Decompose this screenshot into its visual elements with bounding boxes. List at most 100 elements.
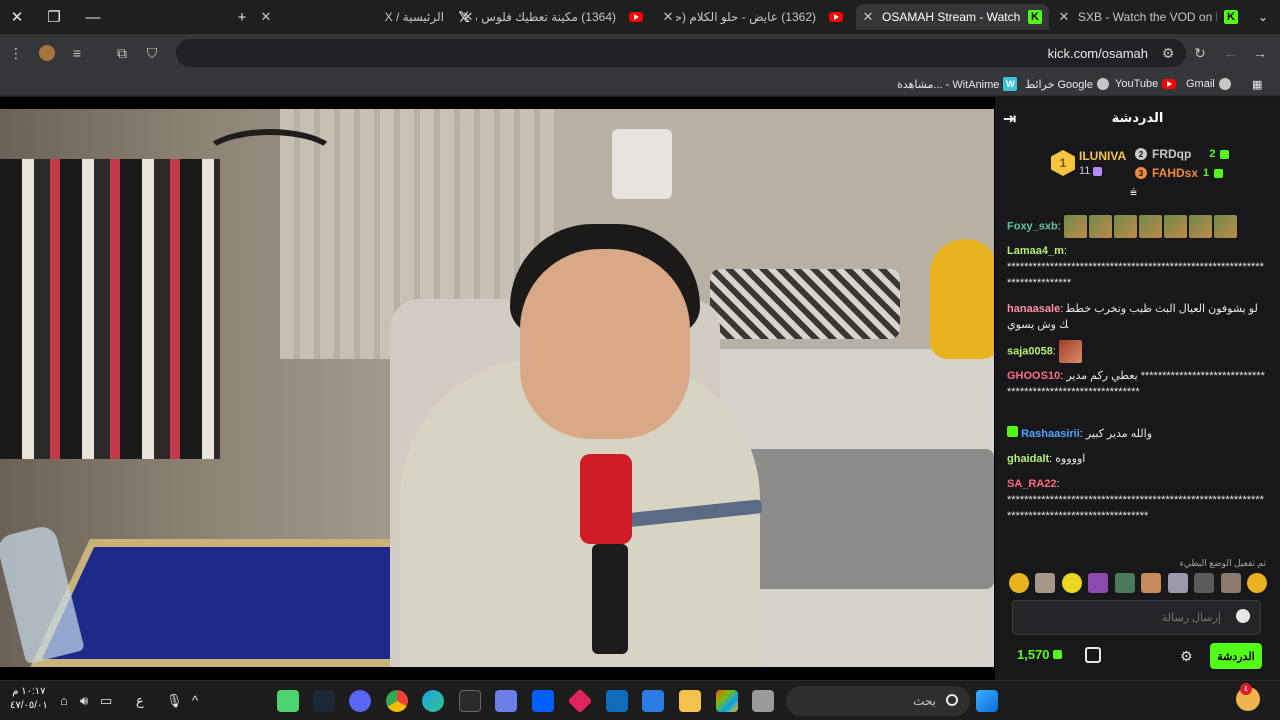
leaderboard-third-name[interactable]: FAHDsx <box>1152 166 1198 180</box>
emote-icon[interactable] <box>1141 573 1162 593</box>
restore-window-button[interactable]: ❐ <box>43 6 65 28</box>
copilot-icon[interactable] <box>716 690 738 712</box>
system-clock[interactable]: ١٠:١٧ م ٤٧/٠٥/٠١ <box>10 685 48 713</box>
store-icon[interactable] <box>642 690 664 712</box>
leaderboard-third-count: 1 <box>1203 167 1210 179</box>
emote-icon <box>1138 215 1162 238</box>
address-bar[interactable]: kick.com/osamah ⚙ <box>176 39 1186 67</box>
close-window-button[interactable]: ✕ <box>6 6 28 28</box>
back-icon[interactable]: → <box>1250 43 1270 63</box>
tab-title: SXB - Watch the VOD on Kick <box>1078 10 1217 24</box>
close-tab-icon[interactable]: ✕ <box>660 9 676 25</box>
chat-send-button[interactable]: الدردشة <box>1210 643 1262 669</box>
bookmark-youtube[interactable]: YouTube <box>1115 76 1177 92</box>
app-icon-2[interactable] <box>495 690 517 712</box>
close-tab-icon[interactable]: ✕ <box>1056 9 1072 25</box>
minimize-window-button[interactable]: — <box>82 6 104 28</box>
chrome-icon[interactable] <box>386 690 408 712</box>
collapse-chat-icon[interactable]: ⇥ <box>1003 109 1016 129</box>
app-icon-4[interactable] <box>752 690 774 712</box>
channel-points[interactable]: 1,570 <box>1017 647 1063 662</box>
chat-message-text: اووووه <box>1055 453 1086 465</box>
profile-avatar[interactable] <box>37 43 57 63</box>
emote-icon[interactable] <box>1035 573 1056 593</box>
tab-osamah-stream[interactable]: ✕ OSAMAH Stream - Watch Live on Kick K <box>856 4 1049 30</box>
tab-x-home[interactable]: 𝕏 الرئيسية / X ✕ <box>258 4 478 30</box>
edge-icon[interactable] <box>422 690 444 712</box>
bookmark-gmail[interactable]: Gmail <box>1186 76 1231 92</box>
shield-icon[interactable]: ⛉ <box>142 43 162 63</box>
bookmark-google-maps[interactable]: خرائط Google <box>1025 76 1109 92</box>
chat-username[interactable]: Rashaasirii <box>1021 428 1080 440</box>
steam-icon[interactable] <box>313 690 335 712</box>
close-tab-icon[interactable]: ✕ <box>460 9 476 25</box>
network-icon[interactable]: ⌂ <box>60 693 68 708</box>
discord-icon[interactable] <box>349 690 371 712</box>
forward-icon[interactable]: ← <box>1220 43 1240 63</box>
chat-input-box[interactable] <box>1012 600 1261 635</box>
input-language[interactable]: ع <box>136 693 144 709</box>
reload-icon[interactable]: ↻ <box>1190 43 1210 63</box>
video-player[interactable] <box>0 109 994 667</box>
app-icon-1[interactable] <box>277 690 299 712</box>
start-button[interactable] <box>976 690 998 712</box>
windows-taskbar: ١٠:١٧ م ٤٧/٠٥/٠١ ⌂ 🔊︎ ▭ ع 🎙︎ ^ بحث ٤ <box>0 680 1280 720</box>
emote-icon[interactable] <box>1088 573 1109 593</box>
quick-emote-bar <box>1009 573 1267 595</box>
chat-username[interactable]: Lamaa4_m <box>1007 245 1064 257</box>
chat-settings-icon[interactable]: ⚙ <box>1180 648 1193 665</box>
dropbox-icon[interactable] <box>532 690 554 712</box>
chat-message: Lamaa4_m: ******************************… <box>1007 245 1264 289</box>
tab-search-icon[interactable]: ⌄ <box>1252 6 1274 28</box>
tab-title: (1362) عايض - حلو الكلام (حصريا) <box>676 10 816 24</box>
chat-message: saja0058: <box>1007 340 1265 363</box>
emote-icon[interactable] <box>1114 573 1135 593</box>
leaderboard-second-name[interactable]: FRDqp <box>1152 147 1191 161</box>
file-explorer-icon[interactable] <box>679 690 701 712</box>
video-plush-toy <box>930 239 994 359</box>
emote-icon[interactable] <box>1061 573 1082 593</box>
chat-username[interactable]: ghaidalt <box>1007 453 1049 465</box>
leaderboard-first: 1 ILUNIVA 11 <box>1051 149 1126 177</box>
tab-youtube-1362[interactable]: (1362) عايض - حلو الكلام (حصريا) ✕ <box>660 4 850 30</box>
new-tab-button[interactable]: + <box>231 6 253 28</box>
taskbar-search[interactable]: بحث <box>786 686 970 716</box>
emote-icon[interactable] <box>1194 573 1215 593</box>
gift-icon <box>1093 166 1103 176</box>
tab-sxb-vod[interactable]: ✕ SXB - Watch the VOD on Kick K <box>1052 4 1245 30</box>
video-mic-stand <box>592 544 628 654</box>
emoji-icon[interactable] <box>1246 573 1267 593</box>
chat-username[interactable]: saja0058 <box>1007 345 1053 357</box>
menu-icon[interactable]: ⋮ <box>6 43 26 63</box>
extensions-icon[interactable]: ⧉ <box>112 43 132 63</box>
emoji-picker-icon[interactable] <box>1236 609 1250 623</box>
show-hidden-icons[interactable]: ^ <box>192 693 198 708</box>
site-settings-icon[interactable]: ⚙ <box>1158 43 1178 63</box>
chat-username[interactable]: Foxy_sxb <box>1007 220 1058 232</box>
display-icon[interactable]: ▭ <box>100 693 112 709</box>
tab-youtube-1364[interactable]: (1364) مكينة تعطيك فلوس مقابل ✕ <box>460 4 650 30</box>
store-icon[interactable] <box>1085 647 1101 663</box>
chat-header: الدردشة ⇥ <box>995 97 1280 139</box>
leaderboard-first-count: 11 <box>1079 165 1091 177</box>
chat-username[interactable]: SA_RA22 <box>1007 478 1057 490</box>
outlook-icon[interactable] <box>606 690 628 712</box>
microphone-icon[interactable]: 🎙︎ <box>166 693 183 709</box>
close-tab-icon[interactable]: ✕ <box>258 9 274 25</box>
chat-username[interactable]: hanaasale <box>1007 303 1060 315</box>
epic-games-icon[interactable] <box>459 690 481 712</box>
emote-icon[interactable] <box>1009 573 1029 593</box>
bookmark-witanime[interactable]: مشاهدة... - WitAnime W <box>897 76 1018 92</box>
leaderboard-first-name[interactable]: ILUNIVA <box>1079 149 1126 163</box>
app-icon-3[interactable] <box>567 688 593 714</box>
media-control-icon[interactable]: ≡ <box>67 43 87 63</box>
emote-icon[interactable] <box>1167 573 1188 593</box>
emote-icon[interactable] <box>1220 573 1241 593</box>
chat-message-input[interactable] <box>1021 601 1221 634</box>
emote-icon <box>1088 215 1112 238</box>
chat-username[interactable]: GHOOS10 <box>1007 370 1060 382</box>
close-tab-icon[interactable]: ✕ <box>860 9 876 25</box>
emote-icon <box>1163 215 1187 238</box>
volume-icon[interactable]: 🔊︎ <box>80 693 88 709</box>
apps-icon[interactable]: ▦ <box>1252 76 1262 92</box>
